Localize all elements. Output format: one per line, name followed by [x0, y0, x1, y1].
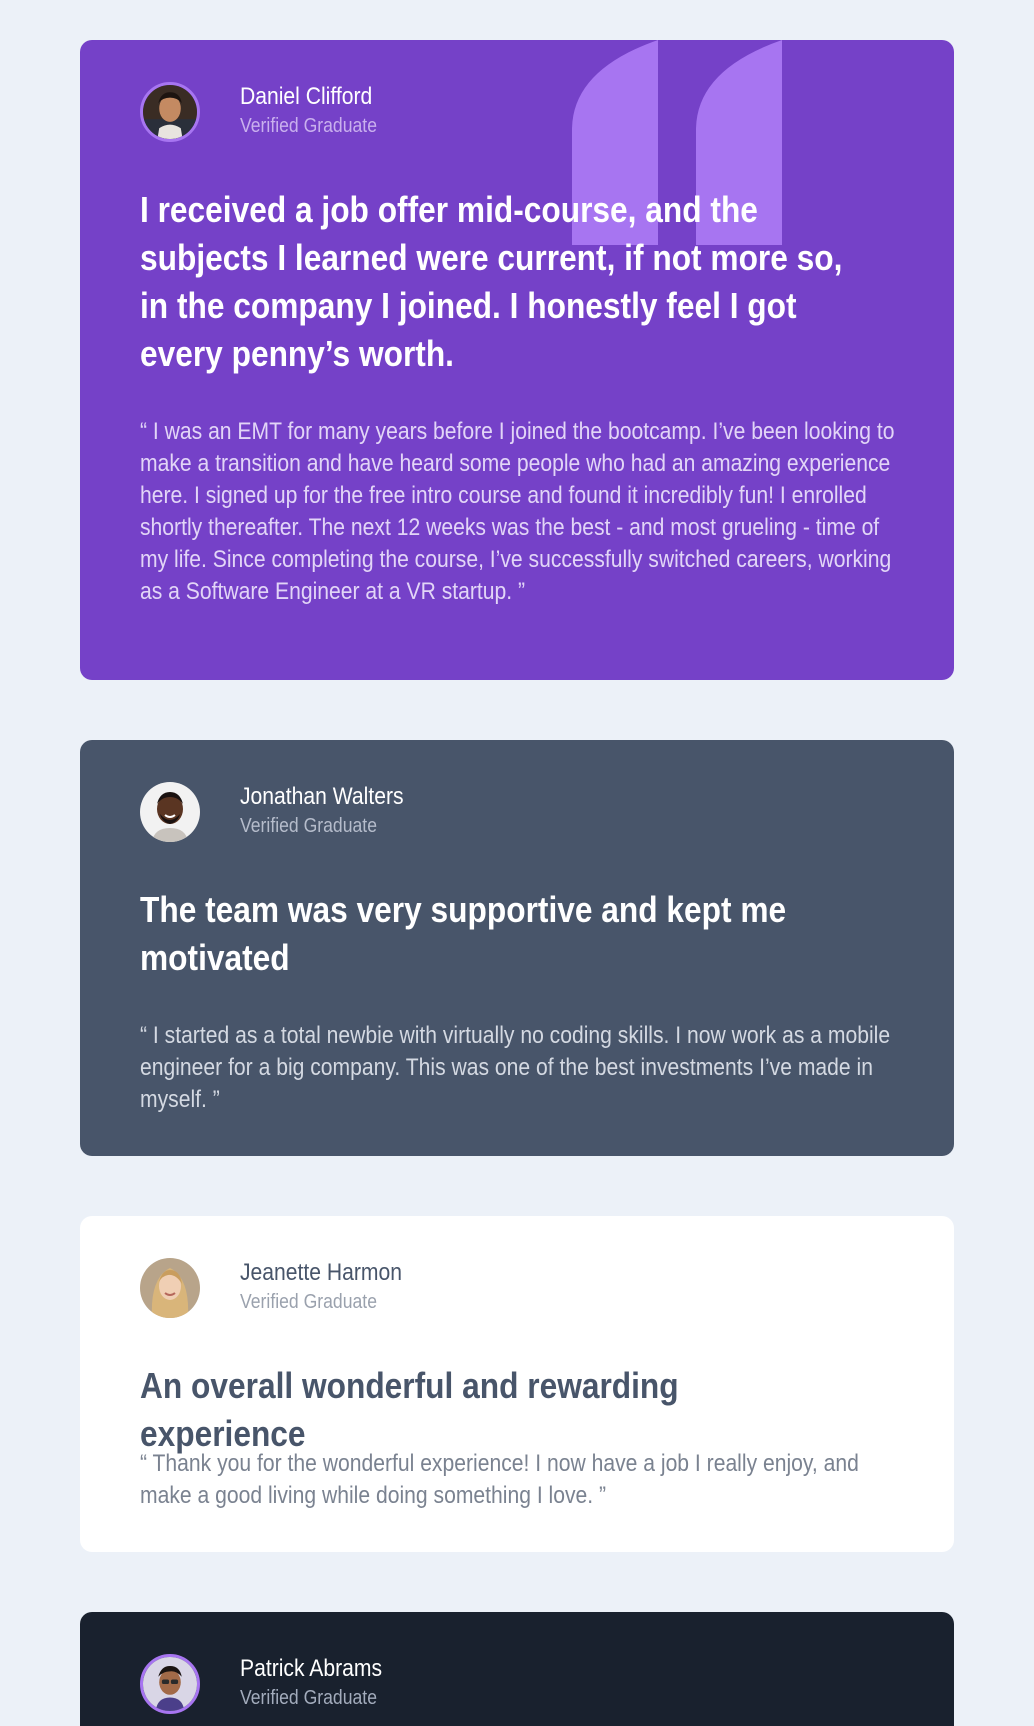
person-name: Jeanette Harmon: [240, 1259, 403, 1286]
person-name: Jonathan Walters: [240, 783, 404, 810]
testimonial-quote: “ I was an EMT for many years before I j…: [140, 418, 895, 605]
person-name: Patrick Abrams: [240, 1655, 383, 1682]
person-role: Verified Graduate: [240, 1291, 377, 1313]
person-role: Verified Graduate: [240, 115, 377, 137]
testimonial-headline: I received a job offer mid-course, and t…: [140, 189, 843, 374]
avatar-daniel-icon: [140, 82, 200, 142]
person-info: Jeanette Harmon Verified Graduate: [240, 1258, 424, 1316]
person-info: Daniel Clifford Verified Graduate: [240, 82, 396, 140]
person-role: Verified Graduate: [240, 1687, 377, 1709]
person-role: Verified Graduate: [240, 815, 377, 837]
testimonials-page: Daniel Clifford Verified Graduate I rece…: [0, 0, 1034, 1726]
person-info: Jonathan Walters Verified Graduate: [240, 782, 426, 840]
testimonial-quote: “ I started as a total newbie with virtu…: [140, 1022, 891, 1113]
person-info: Patrick Abrams Verified Graduate: [240, 1654, 401, 1712]
testimonial-card-jonathan: Jonathan Walters Verified Graduate The t…: [80, 740, 954, 1156]
avatar-patrick-icon: [140, 1654, 200, 1714]
person-name: Daniel Clifford: [240, 83, 373, 110]
testimonial-quote: “ Thank you for the wonderful experience…: [140, 1450, 859, 1509]
testimonial-card-daniel: Daniel Clifford Verified Graduate I rece…: [80, 40, 954, 680]
testimonial-headline: An overall wonderful and rewarding exper…: [140, 1365, 679, 1454]
avatar-jonathan-icon: [140, 782, 200, 842]
testimonial-headline: The team was very supportive and kept me…: [140, 889, 787, 978]
avatar-jeanette-icon: [140, 1258, 200, 1318]
testimonial-card-patrick: Patrick Abrams Verified Graduate: [80, 1612, 954, 1726]
testimonial-card-jeanette: Jeanette Harmon Verified Graduate An ove…: [80, 1216, 954, 1552]
